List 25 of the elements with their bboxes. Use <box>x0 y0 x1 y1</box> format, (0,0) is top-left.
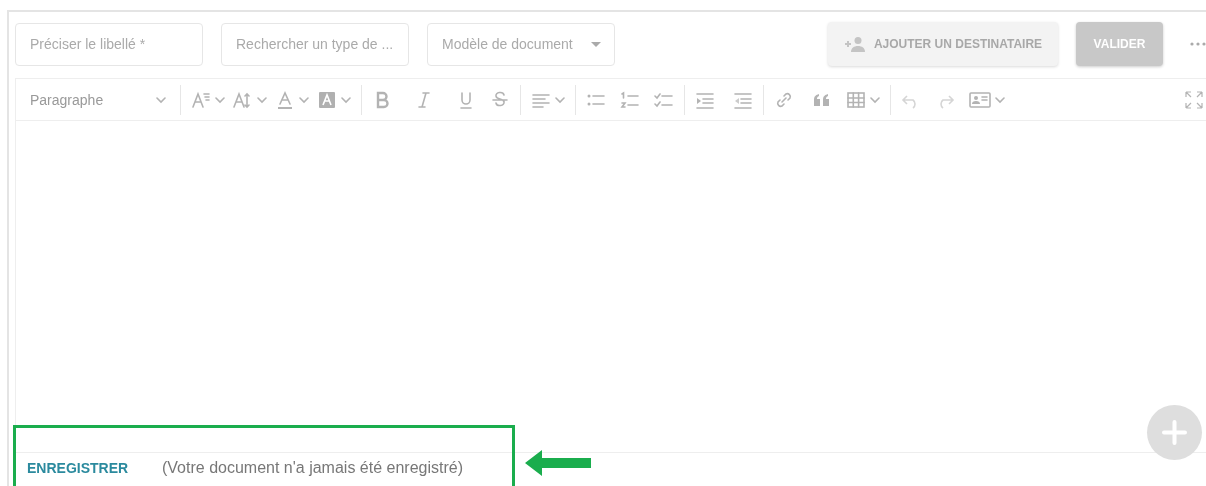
block-style-dropdown[interactable]: Paragraphe <box>30 91 156 108</box>
dropdown-caret-icon[interactable] <box>591 41 601 48</box>
chevron-down-icon[interactable] <box>299 94 309 105</box>
media-card-icon[interactable] <box>969 89 991 110</box>
highlight-icon[interactable] <box>317 89 337 110</box>
chevron-down-icon[interactable] <box>156 94 166 105</box>
text-color-icon[interactable] <box>275 89 295 110</box>
chevron-down-icon[interactable] <box>341 94 351 105</box>
arrow-icon <box>525 450 591 476</box>
chevron-down-icon[interactable] <box>215 94 225 105</box>
fullscreen-icon[interactable] <box>1184 89 1204 110</box>
save-link[interactable]: ENREGISTRER <box>27 460 162 476</box>
numbered-list-icon[interactable] <box>620 89 640 110</box>
input-field[interactable]: Préciser le libellé * <box>15 22 203 66</box>
table-icon[interactable] <box>846 89 866 110</box>
chevron-down-icon[interactable] <box>870 94 880 105</box>
plus-icon <box>1162 420 1187 445</box>
more-options-icon[interactable] <box>1190 42 1206 46</box>
add-person-icon <box>843 36 866 52</box>
chevron-down-icon[interactable] <box>555 94 565 105</box>
dropdown-field[interactable]: Modèle de document <box>427 22 615 66</box>
chevron-down-icon[interactable] <box>995 94 1005 105</box>
input-field[interactable]: Rechercher un type de ... <box>221 22 409 66</box>
chevron-down-icon[interactable] <box>257 94 267 105</box>
save-status-text: (Votre document n'a jamais été enregistré) <box>162 459 463 477</box>
